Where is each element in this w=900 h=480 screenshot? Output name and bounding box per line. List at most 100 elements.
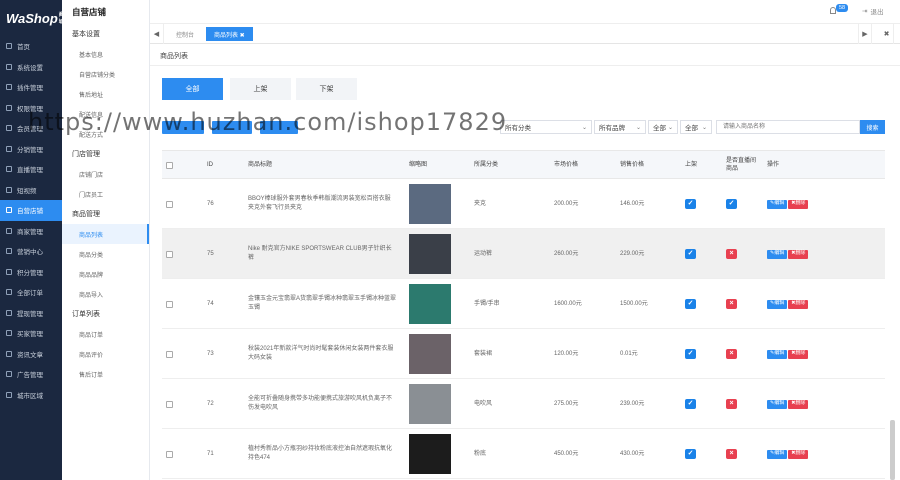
scrollbar[interactable]: [890, 420, 895, 480]
edit-button[interactable]: ✎编辑: [767, 299, 788, 309]
sidebar-item-8[interactable]: 自营店铺: [0, 200, 62, 221]
sidebar-item-9[interactable]: 商家管理: [0, 221, 62, 242]
submenu-item[interactable]: 商品分类: [62, 244, 149, 264]
check-icon[interactable]: ✓: [685, 199, 696, 209]
submenu-item[interactable]: 商品品牌: [62, 264, 149, 284]
cell-on-shelf[interactable]: ✓: [685, 229, 696, 279]
sidebar-item-15[interactable]: 资讯文章: [0, 344, 62, 365]
checkbox[interactable]: [166, 200, 173, 208]
exit-button[interactable]: ⇥ 退出: [862, 6, 883, 16]
check-icon[interactable]: ✓: [685, 349, 696, 359]
sidebar-item-6[interactable]: 直播管理: [0, 159, 62, 180]
brand-logo[interactable]: WaShop商城: [0, 0, 64, 36]
filter-select-2[interactable]: 全部 ⌄: [680, 120, 712, 134]
status-tab-on-shelf[interactable]: 上架: [230, 78, 291, 100]
category-select[interactable]: 所有分类 ⌄: [500, 120, 592, 134]
tabs-prev-button[interactable]: ◀: [150, 24, 164, 44]
filter-select-1[interactable]: 全部 ⌄: [648, 120, 678, 134]
checkbox[interactable]: [166, 450, 173, 458]
cell-on-shelf[interactable]: ✓: [685, 429, 696, 479]
x-icon[interactable]: ×: [726, 249, 737, 259]
sidebar-item-11[interactable]: 积分管理: [0, 262, 62, 283]
delete-button[interactable]: ✖删除: [788, 349, 809, 359]
sidebar-item-10[interactable]: 营销中心: [0, 241, 62, 262]
submenu-item[interactable]: 商品评价: [62, 344, 149, 364]
status-tab-off-shelf[interactable]: 下架: [296, 78, 357, 100]
submenu-item[interactable]: 售后订单: [62, 364, 149, 384]
search-input[interactable]: [716, 120, 860, 134]
check-icon[interactable]: ✓: [685, 299, 696, 309]
submenu-item[interactable]: 基本信息: [62, 44, 149, 64]
brand-select[interactable]: 所有品牌 ⌄: [594, 120, 646, 134]
row-select[interactable]: [166, 179, 173, 229]
x-icon[interactable]: ×: [726, 399, 737, 409]
sidebar-item-2[interactable]: 插件管理: [0, 77, 62, 98]
edit-button[interactable]: ✎编辑: [767, 399, 788, 409]
check-icon[interactable]: ✓: [726, 199, 737, 209]
cell-live[interactable]: ×: [726, 329, 737, 379]
cell-live[interactable]: ✓: [726, 179, 737, 229]
cell-live[interactable]: ×: [726, 379, 737, 429]
tab-console[interactable]: 控制台: [168, 27, 202, 41]
submenu-item[interactable]: 商品列表: [62, 224, 149, 244]
delete-button[interactable]: ✖删除: [788, 299, 809, 309]
submenu-item[interactable]: 商品导入: [62, 284, 149, 304]
cell-on-shelf[interactable]: ✓: [685, 379, 696, 429]
delete-button[interactable]: ✖删除: [788, 399, 809, 409]
sidebar-item-14[interactable]: 买家管理: [0, 323, 62, 344]
checkbox[interactable]: [166, 162, 173, 169]
x-icon[interactable]: ×: [726, 349, 737, 359]
sidebar-item-12[interactable]: 全部订单: [0, 282, 62, 303]
status-tab-all[interactable]: 全部: [162, 78, 223, 100]
cell-on-shelf[interactable]: ✓: [685, 279, 696, 329]
edit-button[interactable]: ✎编辑: [767, 449, 788, 459]
submenu-item[interactable]: 商品订单: [62, 324, 149, 344]
sidebar-item-5[interactable]: 分销管理: [0, 139, 62, 160]
cell-on-shelf[interactable]: ✓: [685, 329, 696, 379]
x-icon[interactable]: ×: [726, 449, 737, 459]
cell-category: 手镯/手串: [474, 300, 500, 307]
edit-button[interactable]: ✎编辑: [767, 199, 788, 209]
checkbox[interactable]: [166, 400, 173, 408]
header-select-all[interactable]: [166, 151, 173, 180]
submenu-item[interactable]: 门店员工: [62, 184, 149, 204]
submenu-item[interactable]: 店铺门店: [62, 164, 149, 184]
row-select[interactable]: [166, 329, 173, 379]
sidebar-item-13[interactable]: 提现管理: [0, 303, 62, 324]
cell-live[interactable]: ×: [726, 279, 737, 329]
edit-button[interactable]: ✎编辑: [767, 249, 788, 259]
notification-badge[interactable]: 58: [836, 4, 849, 12]
sidebar-item-1[interactable]: 系统设置: [0, 57, 62, 78]
delete-button[interactable]: ✖删除: [788, 249, 809, 259]
menu-icon: [6, 227, 12, 234]
sidebar-item-16[interactable]: 广告管理: [0, 364, 62, 385]
sidebar-item-0[interactable]: 首页: [0, 36, 62, 57]
sidebar-item-17[interactable]: 城市区域: [0, 385, 62, 406]
submenu-item[interactable]: 自营店铺分类: [62, 64, 149, 84]
check-icon[interactable]: ✓: [685, 399, 696, 409]
row-select[interactable]: [166, 279, 173, 329]
checkbox[interactable]: [166, 300, 173, 308]
tab-product-list[interactable]: 商品列表 ✖: [206, 27, 253, 41]
cell-live[interactable]: ×: [726, 229, 737, 279]
search-button[interactable]: 搜索: [860, 120, 885, 134]
sidebar-item-7[interactable]: 短视频: [0, 180, 62, 201]
check-icon[interactable]: ✓: [685, 449, 696, 459]
checkbox[interactable]: [166, 250, 173, 258]
cell-live[interactable]: ×: [726, 429, 737, 479]
row-select[interactable]: [166, 229, 173, 279]
delete-button[interactable]: ✖删除: [788, 449, 809, 459]
row-select[interactable]: [166, 429, 173, 479]
checkbox[interactable]: [166, 350, 173, 358]
x-icon[interactable]: ×: [726, 299, 737, 309]
check-icon[interactable]: ✓: [685, 249, 696, 259]
tabs-next-button[interactable]: ▶: [858, 24, 872, 44]
header-actions: 操作: [767, 161, 780, 168]
table-row: 73 秋装2021年新款洋气时尚时髦套装休闲女装两件套衣服大码女装 套装裙 120.0…: [162, 329, 885, 379]
row-select[interactable]: [166, 379, 173, 429]
tabs-close-button[interactable]: ✖: [880, 24, 894, 44]
edit-button[interactable]: ✎编辑: [767, 349, 788, 359]
delete-button[interactable]: ✖删除: [788, 199, 809, 209]
submenu-item[interactable]: 售后地址: [62, 84, 149, 104]
cell-on-shelf[interactable]: ✓: [685, 179, 696, 229]
